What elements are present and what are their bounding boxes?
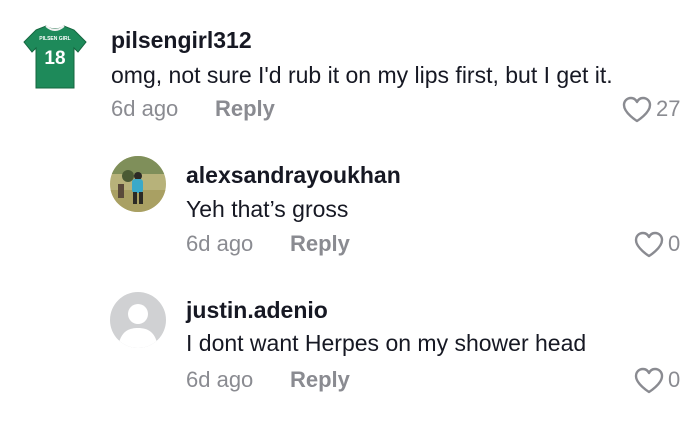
user-photo-avatar [110,156,166,212]
comment-time: 6d ago [186,367,254,392]
like-button[interactable]: 0 [634,230,680,258]
jersey-avatar-image: PILSEN GIRL 18 [23,25,87,89]
heart-icon [634,367,664,393]
comment-time: 6d ago [111,96,179,121]
comment-item: PILSEN GIRL 18 pilsengirl312 omg, not su… [0,0,688,130]
heart-icon [634,231,664,257]
like-count: 0 [668,231,681,256]
heart-icon [622,96,652,122]
comment-time: 6d ago [186,231,254,256]
comment-username[interactable]: alexsandrayoukhan [186,161,401,189]
jersey-number: 18 [44,48,65,69]
avatar[interactable]: PILSEN GIRL 18 [22,24,88,90]
reply-button[interactable]: Reply [290,230,350,258]
avatar[interactable] [110,156,166,212]
comment-text: Yeh that’s gross [186,196,349,222]
avatar[interactable] [110,292,166,348]
like-button[interactable]: 27 [622,95,680,123]
comment-username[interactable]: justin.adenio [186,296,328,324]
comment-username[interactable]: pilsengirl312 [111,26,252,54]
jersey-label: PILSEN GIRL [39,36,70,42]
reply-button[interactable]: Reply [290,366,350,394]
comment-item: alexsandrayoukhan Yeh that’s gross 6d ag… [0,130,688,265]
like-count: 0 [668,367,681,392]
like-button[interactable]: 0 [634,366,680,394]
default-avatar-icon [110,292,166,348]
comment-item: justin.adenio I dont want Herpes on my s… [0,265,688,405]
comment-text: I dont want Herpes on my shower head [186,330,587,356]
comment-text: omg, not sure I'd rub it on my lips firs… [111,62,613,88]
like-count: 27 [656,96,681,121]
reply-button[interactable]: Reply [215,95,275,123]
